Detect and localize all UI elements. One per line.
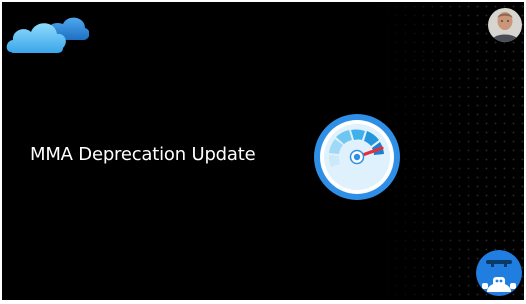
video-frame: MMA Deprecation Update: [0, 0, 526, 304]
speedometer-icon: [314, 114, 400, 200]
robot-mascot-icon: [476, 250, 522, 296]
azure-cloud-icon: [6, 17, 89, 53]
presentation-slide: MMA Deprecation Update: [2, 2, 524, 300]
presenter-avatar: [488, 8, 522, 42]
slide-title: MMA Deprecation Update: [30, 144, 256, 165]
